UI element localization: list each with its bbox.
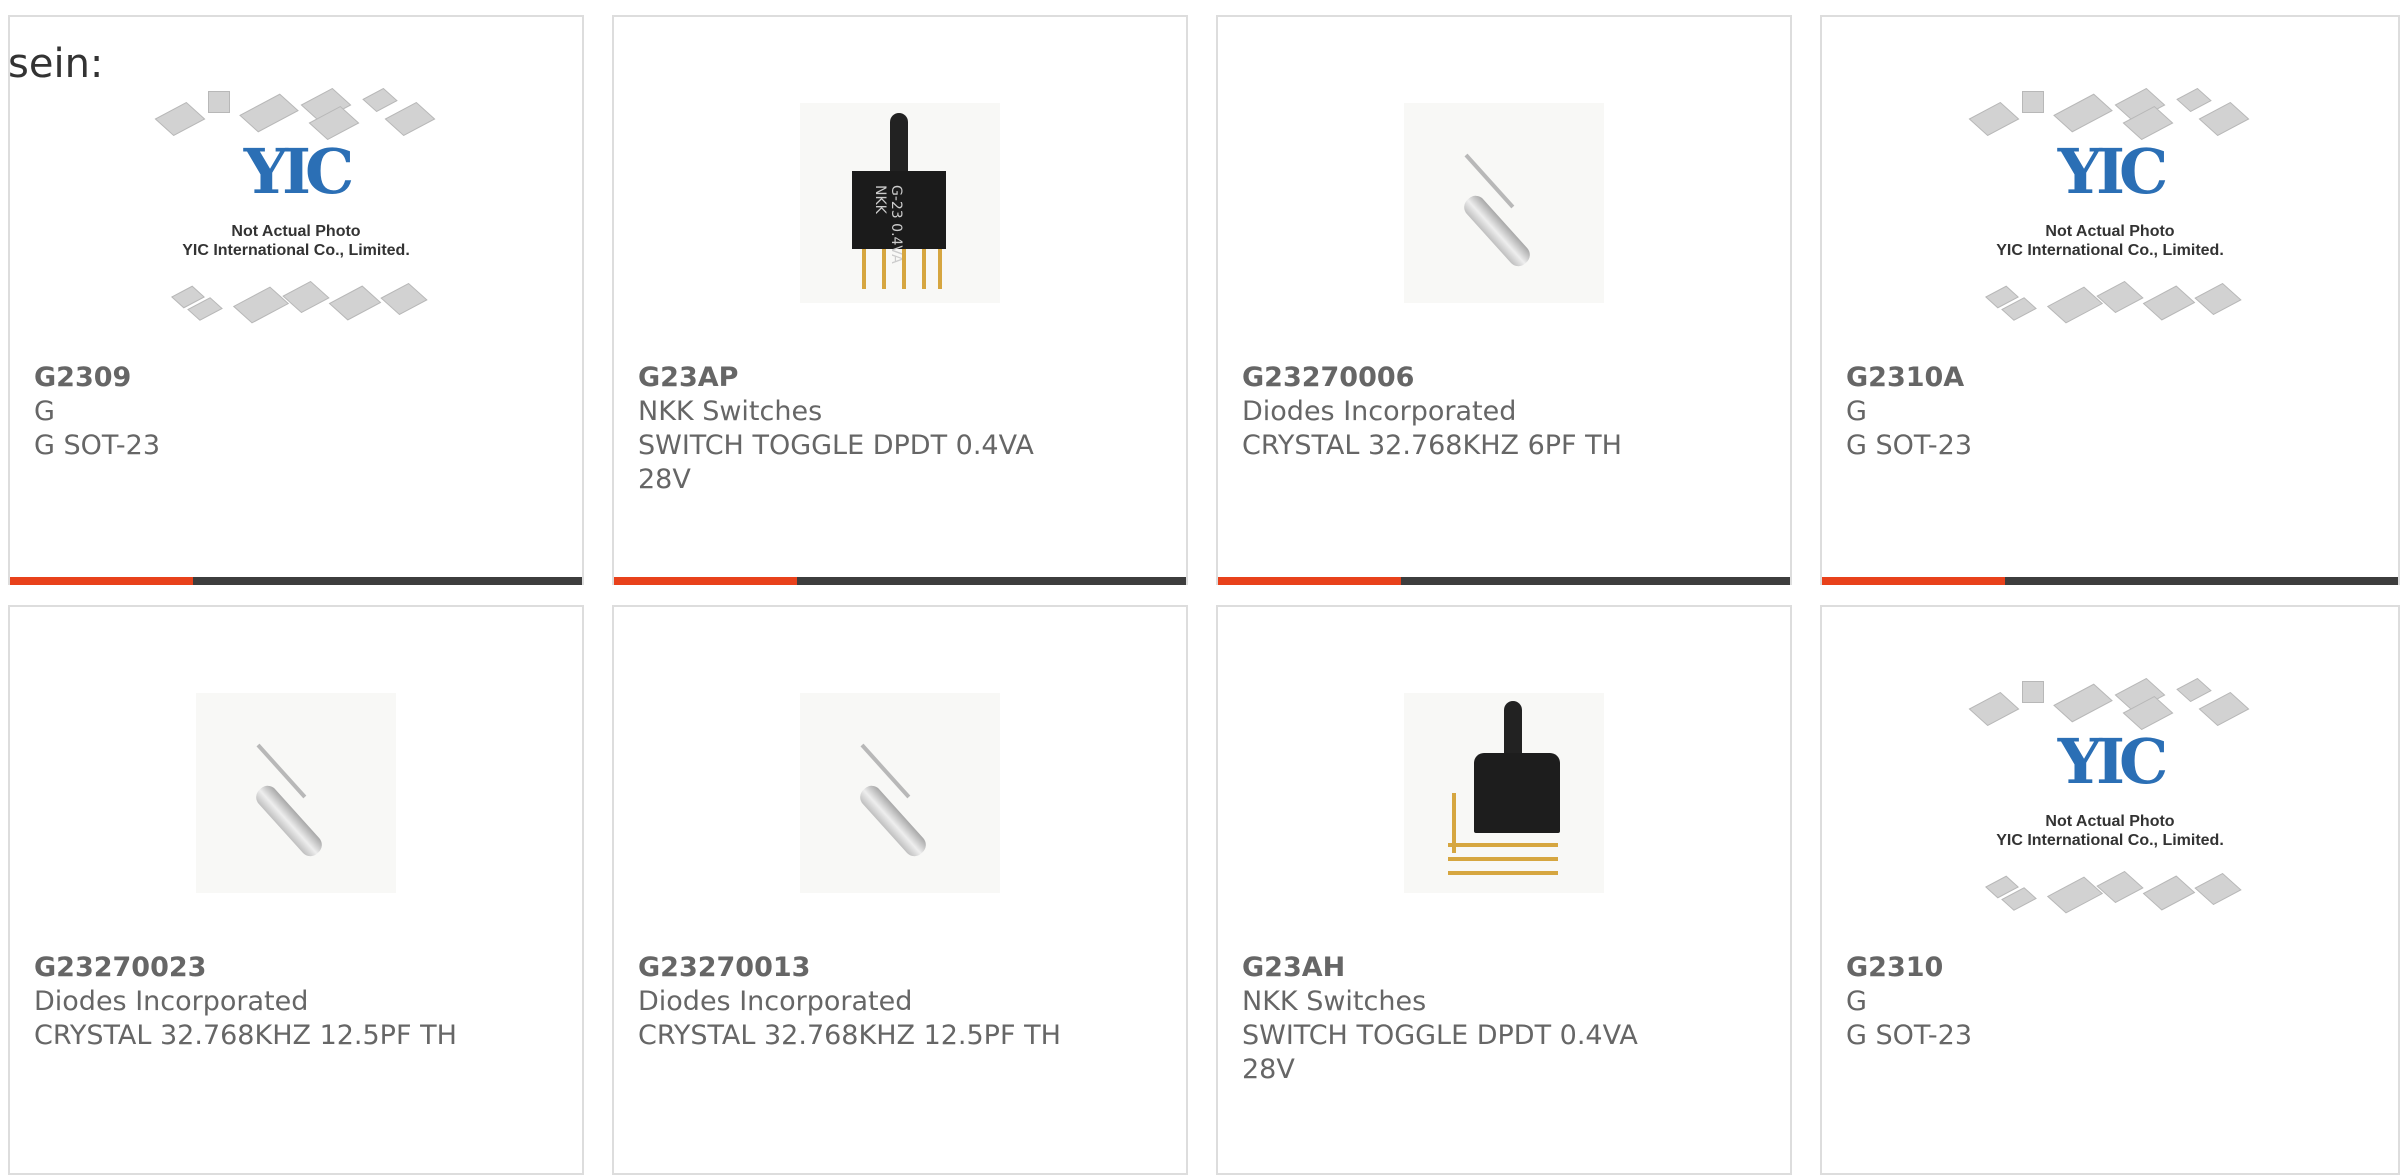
chip-icons	[156, 277, 436, 329]
product-info: G23AH NKK Switches SWITCH TOGGLE DPDT 0.…	[1242, 951, 1702, 1087]
part-number[interactable]: G23AP	[638, 361, 1098, 395]
part-number[interactable]: G2310A	[1846, 361, 2306, 395]
placeholder-line2: YIC International Co., Limited.	[182, 242, 410, 259]
product-info: G2310A G G SOT-23	[1846, 361, 2306, 463]
product-card[interactable]: G23270023 Diodes Incorporated CRYSTAL 32…	[8, 605, 584, 1175]
manufacturer: Diodes Incorporated	[1242, 396, 1517, 427]
product-image[interactable]: YIC Not Actual Photo YIC International C…	[1822, 675, 2398, 955]
crystal-photo	[800, 693, 1000, 893]
manufacturer: NKK Switches	[638, 396, 823, 427]
part-number[interactable]: G2309	[34, 361, 494, 395]
card-bottom-bar	[1218, 577, 1790, 585]
toggle-switch-photo: G-23 0.4VA NKK	[800, 103, 1000, 303]
chip-icons	[1970, 277, 2250, 329]
manufacturer: G	[1846, 986, 1867, 1017]
yic-logo: YIC	[2057, 725, 2169, 798]
product-card[interactable]: YIC Not Actual Photo YIC International C…	[1820, 15, 2400, 585]
description: G SOT-23	[1846, 1020, 1973, 1051]
manufacturer: G	[1846, 396, 1867, 427]
card-accent-bar	[10, 577, 193, 585]
placeholder-line1: Not Actual Photo	[2045, 223, 2175, 240]
part-number[interactable]: G23270013	[638, 951, 1098, 985]
part-number[interactable]: G23270006	[1242, 361, 1702, 395]
description: CRYSTAL 32.768KHZ 12.5PF TH	[34, 1020, 457, 1051]
yic-logo: YIC	[2057, 135, 2169, 208]
manufacturer: Diodes Incorporated	[34, 986, 309, 1017]
description: G SOT-23	[34, 430, 161, 461]
product-card[interactable]: YIC Not Actual Photo YIC International C…	[1820, 605, 2400, 1175]
not-actual-photo-placeholder: YIC Not Actual Photo YIC International C…	[1968, 85, 2250, 335]
crystal-photo	[196, 693, 396, 893]
product-image[interactable]	[10, 675, 582, 955]
part-number[interactable]: G2310	[1846, 951, 2306, 985]
product-grid: YIC Not Actual Photo YIC International C…	[0, 0, 2400, 1175]
page-heading: sein:	[8, 41, 104, 87]
description: SWITCH TOGGLE DPDT 0.4VA 28V	[638, 430, 1034, 495]
description: SWITCH TOGGLE DPDT 0.4VA 28V	[1242, 1020, 1638, 1085]
description: G SOT-23	[1846, 430, 1973, 461]
product-image[interactable]: YIC Not Actual Photo YIC International C…	[10, 85, 582, 365]
chip-icons	[1968, 675, 2250, 730]
product-card[interactable]: G23270013 Diodes Incorporated CRYSTAL 32…	[612, 605, 1188, 1175]
product-info: G23AP NKK Switches SWITCH TOGGLE DPDT 0.…	[638, 361, 1098, 497]
not-actual-photo-placeholder: YIC Not Actual Photo YIC International C…	[154, 85, 436, 335]
placeholder-line1: Not Actual Photo	[231, 223, 361, 240]
manufacturer: G	[34, 396, 55, 427]
card-accent-bar	[614, 577, 797, 585]
product-card[interactable]: YIC Not Actual Photo YIC International C…	[8, 15, 584, 585]
chip-icons	[154, 85, 436, 140]
product-info: G23270006 Diodes Incorporated CRYSTAL 32…	[1242, 361, 1702, 463]
product-card[interactable]: G23AH NKK Switches SWITCH TOGGLE DPDT 0.…	[1216, 605, 1792, 1175]
card-bottom-bar	[1822, 577, 2398, 585]
chip-icons	[1968, 85, 2250, 140]
part-number[interactable]: G23AH	[1242, 951, 1702, 985]
card-bottom-bar	[614, 577, 1186, 585]
part-number[interactable]: G23270023	[34, 951, 494, 985]
placeholder-line1: Not Actual Photo	[2045, 813, 2175, 830]
product-image[interactable]: G-23 0.4VA NKK	[614, 85, 1186, 365]
product-image[interactable]	[614, 675, 1186, 955]
product-info: G23270013 Diodes Incorporated CRYSTAL 32…	[638, 951, 1098, 1053]
description: CRYSTAL 32.768KHZ 6PF TH	[1242, 430, 1622, 461]
chip-icons	[1970, 867, 2250, 919]
manufacturer: NKK Switches	[1242, 986, 1427, 1017]
yic-logo: YIC	[243, 135, 355, 208]
not-actual-photo-placeholder: YIC Not Actual Photo YIC International C…	[1968, 675, 2250, 925]
product-card[interactable]: G-23 0.4VA NKK G23AP NKK Switches SWITCH…	[612, 15, 1188, 585]
toggle-switch-right-angle-photo	[1404, 693, 1604, 893]
placeholder-line2: YIC International Co., Limited.	[1996, 832, 2224, 849]
product-image[interactable]	[1218, 675, 1790, 955]
description: CRYSTAL 32.768KHZ 12.5PF TH	[638, 1020, 1061, 1051]
product-info: G2309 G G SOT-23	[34, 361, 494, 463]
product-card[interactable]: G23270006 Diodes Incorporated CRYSTAL 32…	[1216, 15, 1792, 585]
placeholder-line2: YIC International Co., Limited.	[1996, 242, 2224, 259]
product-info: G2310 G G SOT-23	[1846, 951, 2306, 1053]
card-accent-bar	[1822, 577, 2005, 585]
manufacturer: Diodes Incorporated	[638, 986, 913, 1017]
card-bottom-bar	[10, 577, 582, 585]
card-accent-bar	[1218, 577, 1401, 585]
product-image[interactable]: YIC Not Actual Photo YIC International C…	[1822, 85, 2398, 365]
crystal-photo	[1404, 103, 1604, 303]
product-image[interactable]	[1218, 85, 1790, 365]
product-info: G23270023 Diodes Incorporated CRYSTAL 32…	[34, 951, 494, 1053]
